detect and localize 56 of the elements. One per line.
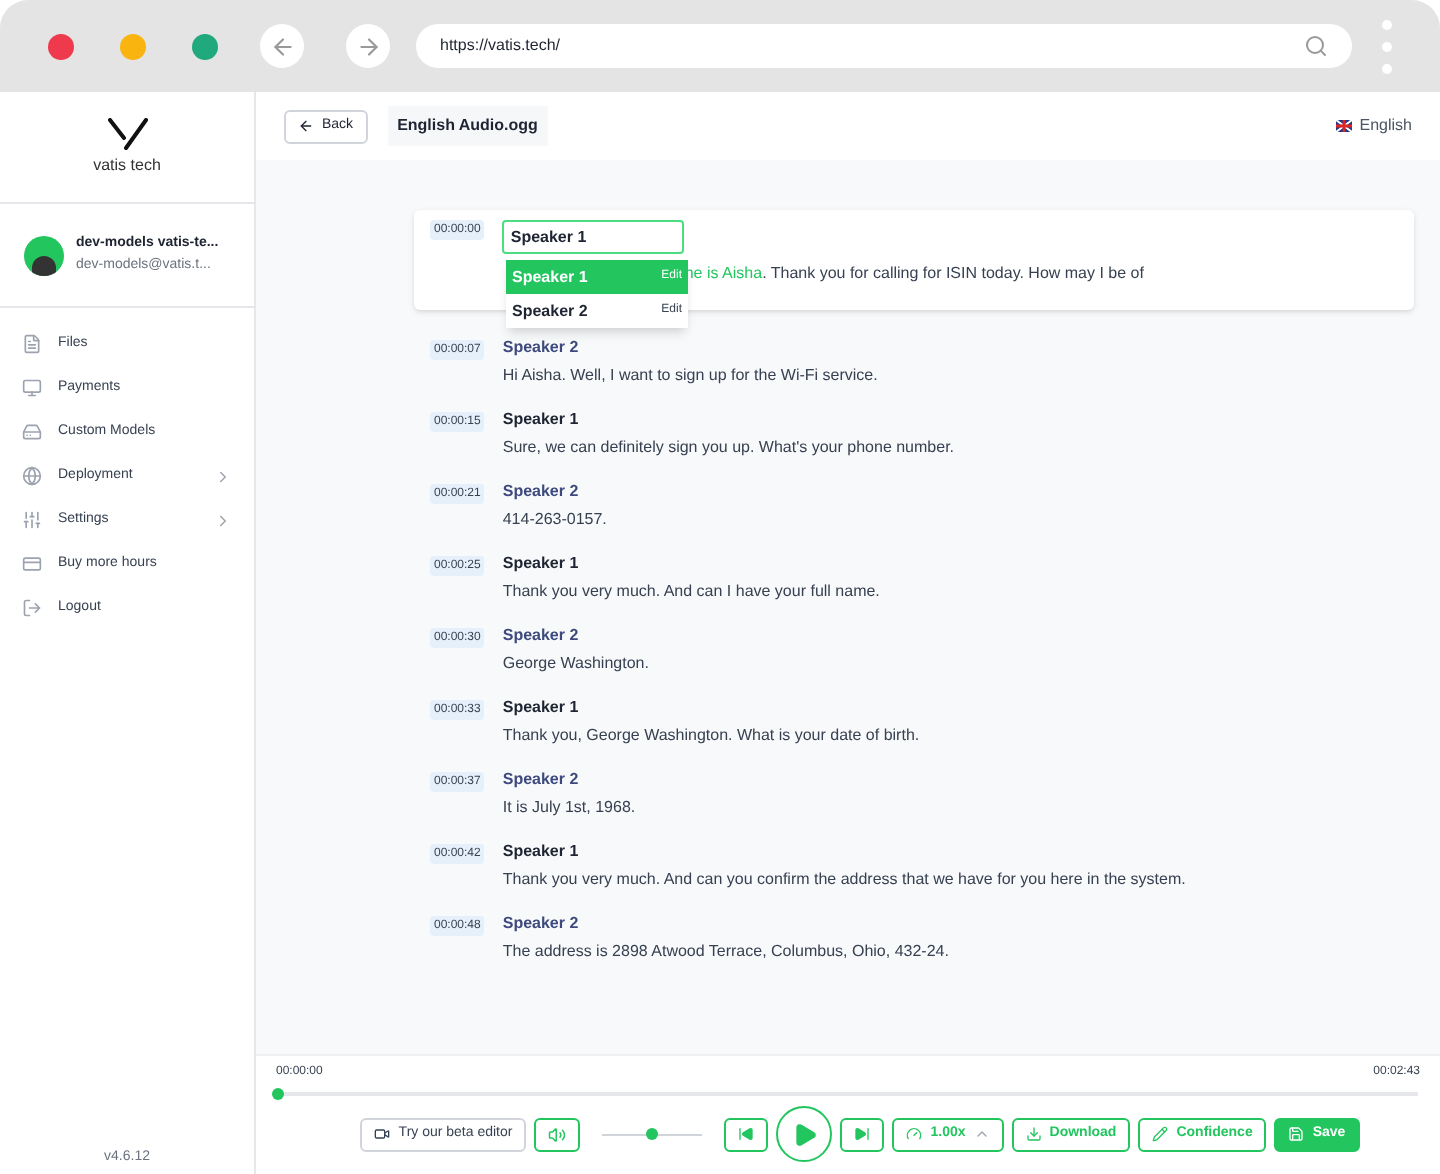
drive-icon [22, 422, 42, 442]
speaker-input[interactable]: Speaker 1 [502, 220, 685, 254]
speaker-name[interactable]: Speaker 2 [502, 338, 878, 358]
gauge-icon [906, 1126, 923, 1142]
play-button[interactable] [776, 1106, 833, 1162]
file-icon [22, 334, 42, 354]
logout-icon [22, 598, 42, 618]
transcript-text: Thank you very much. And can I have your full name. [502, 582, 880, 602]
avatar [24, 235, 64, 275]
volume-icon [548, 1125, 567, 1143]
video-icon [374, 1126, 391, 1142]
skip-back-button[interactable] [724, 1117, 769, 1151]
flag-icon [1335, 120, 1352, 132]
arrow-left-icon [298, 118, 314, 134]
speaker-name[interactable]: Speaker 1 [502, 698, 920, 718]
volume-handle[interactable] [646, 1127, 659, 1139]
skip-forward-icon [854, 1126, 871, 1142]
speaker-name[interactable]: Speaker 1 [502, 554, 880, 574]
speaker-name[interactable]: Speaker 2 [502, 626, 649, 646]
save-icon [1288, 1126, 1305, 1142]
back-nav-button[interactable] [260, 24, 304, 68]
language-label[interactable]: English [1359, 114, 1412, 138]
pencil-icon [1152, 1126, 1169, 1142]
progress-handle[interactable] [272, 1088, 284, 1100]
logo-icon [107, 117, 147, 149]
speaker-name[interactable]: Speaker 2 [502, 914, 949, 934]
transcript-text: Thank you very much. And can you confirm the address that we have for you here in the system. [502, 870, 1186, 890]
speaker-name[interactable]: Speaker 2 [502, 770, 636, 790]
download-icon [1025, 1126, 1042, 1142]
transcript-text: Hi Aisha. Well, I want to sign up for the Wi-Fi service. [502, 366, 878, 386]
monitor-icon [22, 378, 42, 398]
sliders-icon [22, 510, 42, 530]
skip-back-icon [738, 1126, 755, 1142]
play-icon [791, 1121, 818, 1147]
transcript-text: Thank you, George Washington. What is your date of birth. [502, 726, 920, 746]
speaker-name[interactable]: Speaker 1 [502, 410, 955, 430]
transcript-text: It is July 1st, 1968. [502, 798, 636, 818]
globe-icon [22, 466, 42, 486]
transcript-text: 414-263-0157. [502, 510, 607, 530]
speaker-name[interactable]: Speaker 2 [502, 482, 607, 502]
transcript-text: Sure, we can definitely sign you up. What's your phone number. [502, 438, 955, 458]
skip-forward-button[interactable] [840, 1117, 885, 1151]
speaker-name[interactable]: Speaker 1 [502, 842, 1186, 862]
address-bar[interactable]: https://vatis.tech/ [416, 24, 1352, 68]
transcript-text: George Washington. [502, 654, 649, 674]
arrow-left-icon [269, 33, 295, 59]
file-name: English Audio.ogg [387, 106, 548, 146]
volume-button[interactable] [534, 1117, 581, 1151]
card-icon [22, 554, 42, 574]
forward-nav-button[interactable] [346, 24, 390, 68]
menu-icon[interactable] [1382, 19, 1392, 73]
logo-text: vatis tech [93, 153, 161, 177]
arrow-right-icon [355, 33, 381, 59]
chevron-icon [973, 1126, 990, 1142]
search-icon [1304, 34, 1328, 58]
transcript-text: The address is 2898 Atwood Terrace, Columbus, Ohio, 432-24. [502, 942, 949, 962]
